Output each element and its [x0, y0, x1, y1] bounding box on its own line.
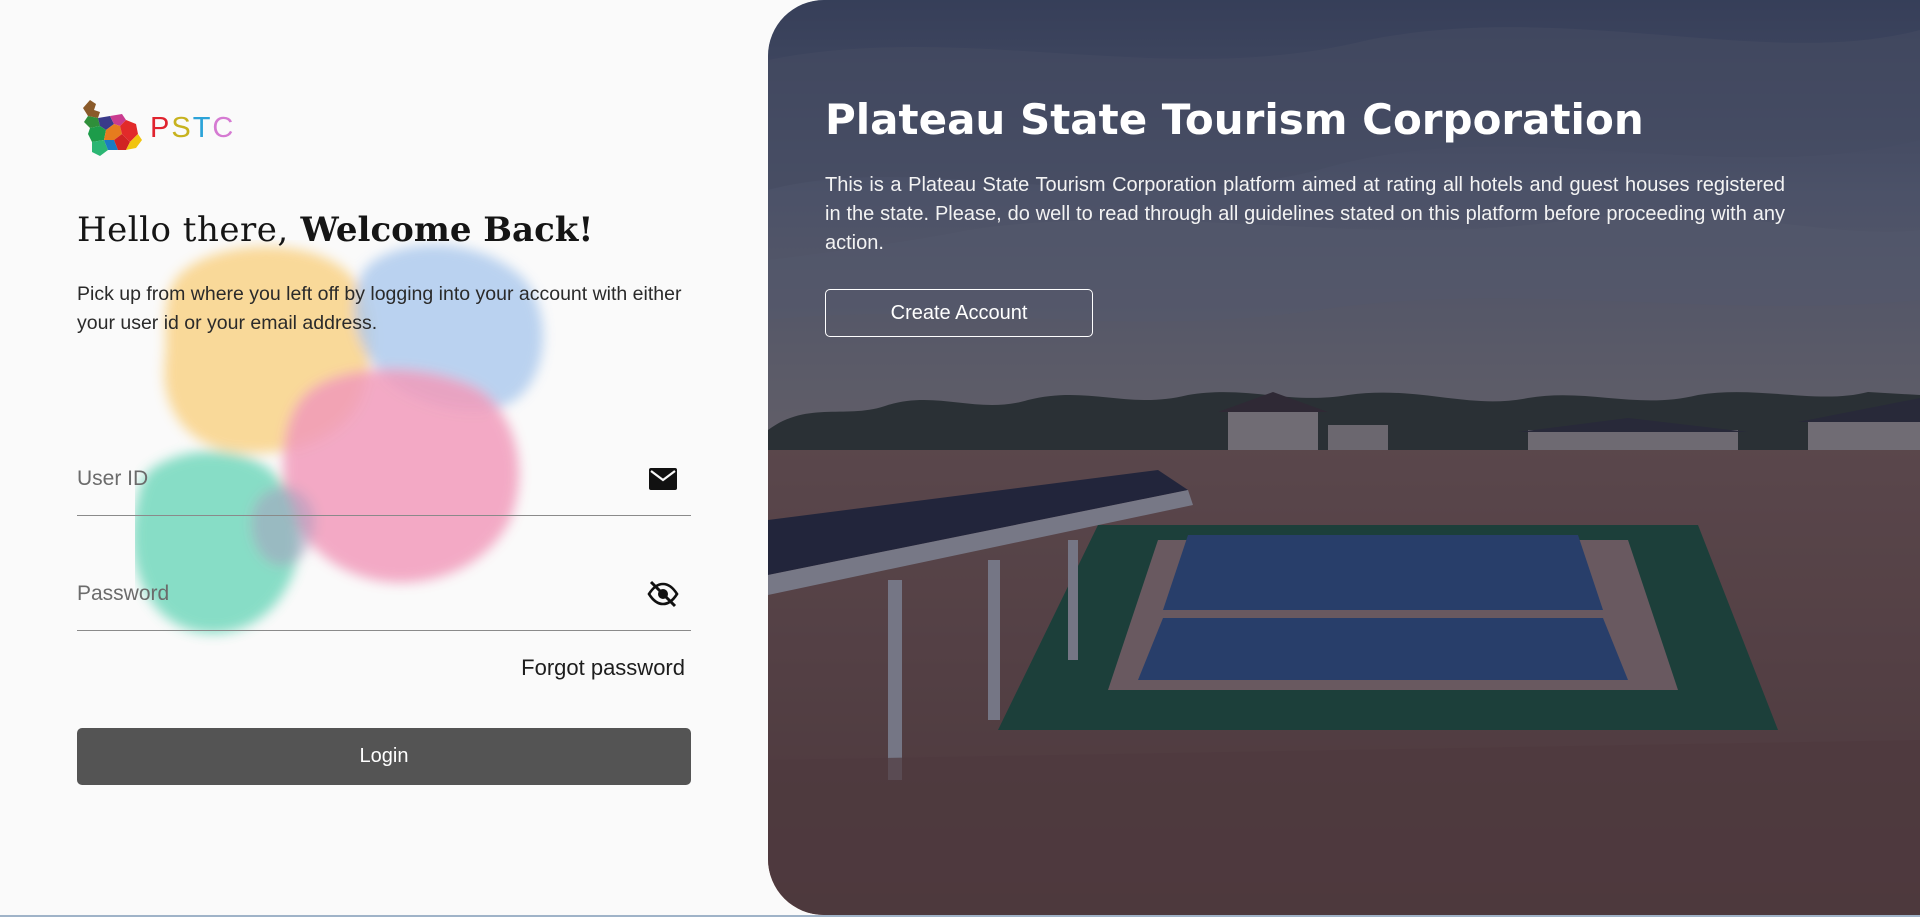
logo-text: PSTC [150, 112, 235, 145]
forgot-password-wrapper: Forgot password [500, 655, 685, 681]
login-button[interactable]: Login [77, 728, 691, 785]
user-id-field [77, 455, 691, 516]
login-subtitle: Pick up from where you left off by loggi… [77, 283, 682, 334]
hero-title: Plateau State Tourism Corporation [825, 95, 1644, 144]
login-panel: PSTC Hello there, Welcome Back! Pick up … [0, 0, 768, 915]
logo-letter-p: P [150, 111, 172, 144]
create-account-button[interactable]: Create Account [825, 289, 1093, 337]
logo-letter-c: C [212, 111, 236, 144]
login-page: PSTC Hello there, Welcome Back! Pick up … [0, 0, 1920, 917]
greeting-bold: Welcome Back! [300, 210, 594, 250]
hero-description: This is a Plateau State Tourism Corporat… [825, 174, 1785, 254]
eye-off-icon[interactable] [647, 579, 679, 609]
pstc-logo: PSTC [80, 96, 235, 160]
hero-panel: Plateau State Tourism Corporation This i… [768, 0, 1920, 915]
logo-letter-t: T [192, 111, 213, 144]
forgot-password-link[interactable]: Forgot password [521, 655, 685, 680]
password-input[interactable] [77, 572, 637, 616]
logo-letter-s: S [171, 111, 193, 144]
greeting-heading: Hello there, Welcome Back! [77, 210, 593, 250]
user-id-input[interactable] [77, 457, 637, 501]
greeting-light: Hello there, [77, 210, 289, 250]
mail-icon [647, 464, 679, 494]
password-field [77, 570, 691, 631]
plateau-map-icon [83, 100, 142, 156]
